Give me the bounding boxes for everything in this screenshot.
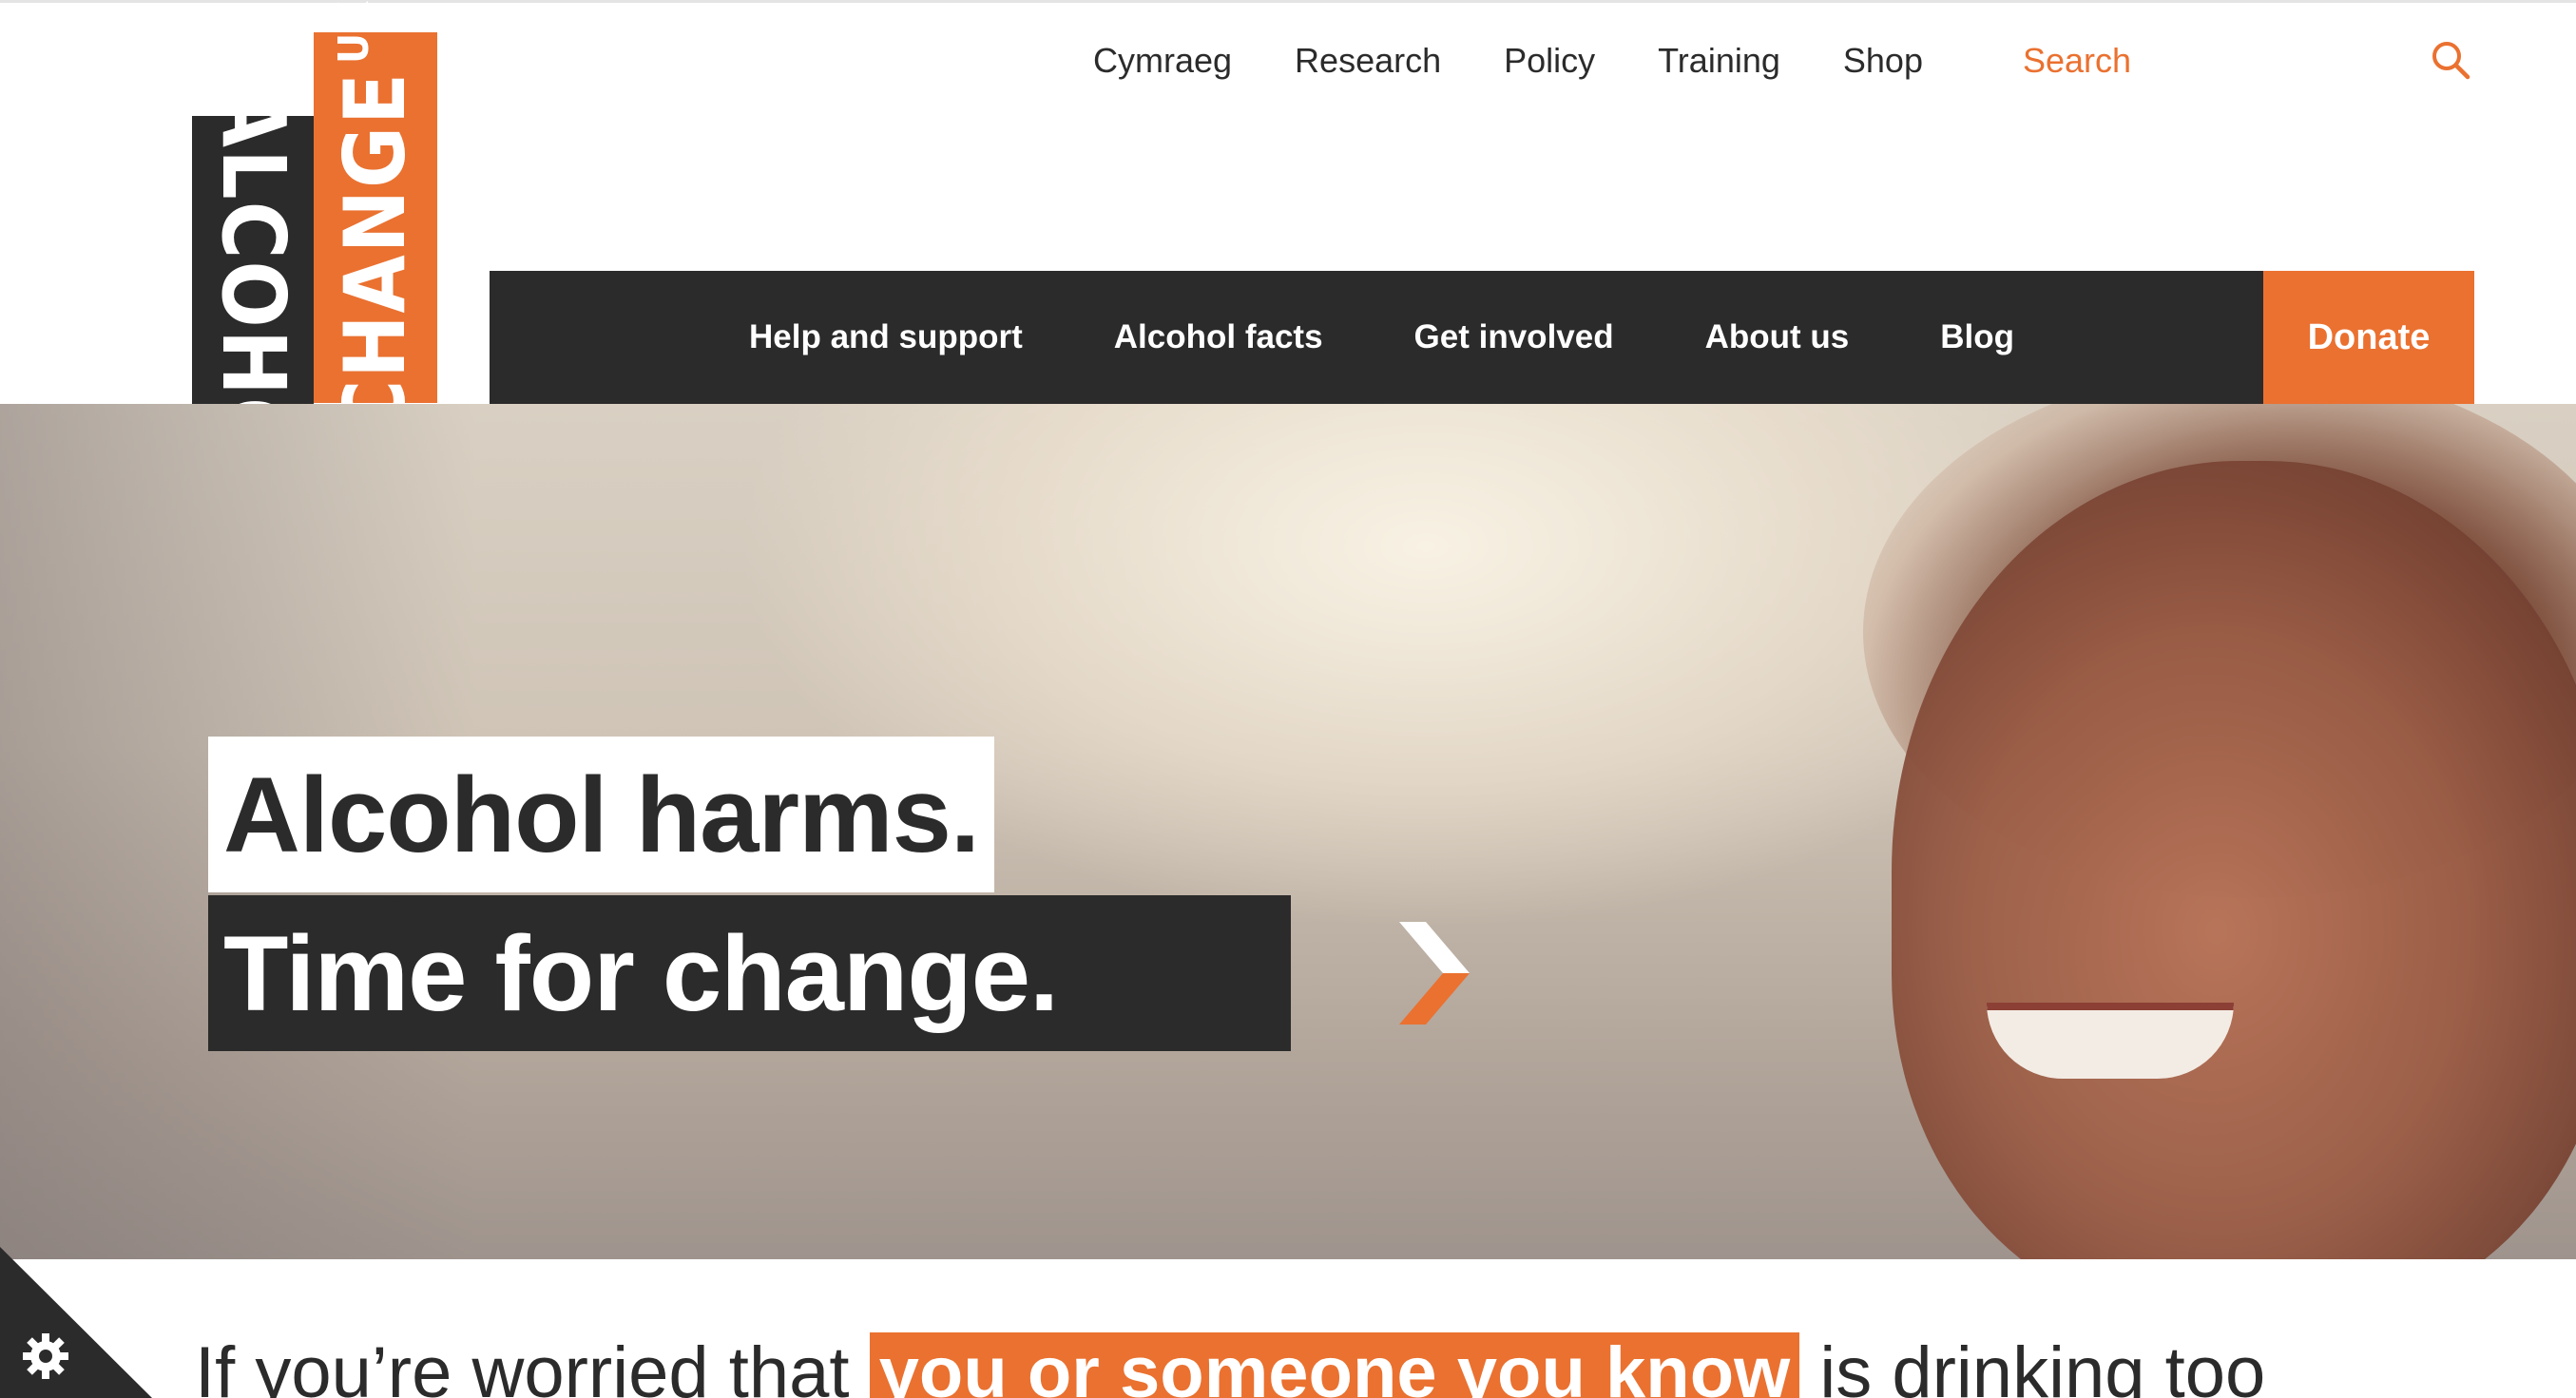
main-nav-about-us[interactable]: About us	[1705, 318, 1850, 356]
intro-text-after: is drinking too	[1799, 1332, 2266, 1398]
search-icon[interactable]	[2429, 38, 2472, 82]
hero-headline-line1-text: Alcohol harms.	[223, 755, 980, 874]
main-nav: Help and support Alcohol facts Get invol…	[490, 271, 2474, 404]
logo-change-text: CHANGE	[326, 70, 424, 435]
utility-nav-research[interactable]: Research	[1295, 41, 1441, 81]
hero-headline-line2-text: Time for change.	[223, 913, 1059, 1033]
cookie-settings-button[interactable]	[0, 1247, 152, 1398]
hero-headline-line2[interactable]: Time for change.	[208, 895, 1470, 1051]
utility-nav-cymraeg[interactable]: Cymraeg	[1093, 41, 1232, 81]
hero-image-face	[1892, 461, 2576, 1259]
donate-button[interactable]: Donate	[2263, 271, 2474, 404]
utility-nav: Cymraeg Research Policy Training Shop	[1093, 34, 1986, 87]
chevron-right-icon	[1392, 914, 1477, 1032]
main-nav-blog[interactable]: Blog	[1940, 318, 2014, 356]
utility-nav-shop[interactable]: Shop	[1843, 41, 1923, 81]
main-nav-alcohol-facts[interactable]: Alcohol facts	[1114, 318, 1323, 356]
utility-nav-training[interactable]: Training	[1658, 41, 1780, 81]
main-nav-help-and-support[interactable]: Help and support	[749, 318, 1023, 356]
utility-nav-policy[interactable]: Policy	[1504, 41, 1595, 81]
search-link[interactable]: Search	[2023, 34, 2131, 87]
hero-headline-line1: Alcohol harms.	[208, 737, 995, 892]
hero-image-smile	[1987, 1003, 2234, 1079]
logo-uk-text: UK	[330, 0, 378, 64]
intro-text-highlight: you or someone you know	[869, 1332, 1800, 1398]
main-nav-items: Help and support Alcohol facts Get invol…	[490, 271, 2105, 404]
gear-icon	[23, 1333, 68, 1379]
intro-text: If you’re worried that you or someone yo…	[195, 1326, 2265, 1398]
logo-change-wrap: CHANGEUK	[326, 0, 424, 435]
main-nav-get-involved[interactable]: Get involved	[1414, 318, 1614, 356]
logo-change-block: CHANGEUK	[314, 0, 437, 435]
intro-text-before: If you’re worried that	[195, 1332, 870, 1398]
